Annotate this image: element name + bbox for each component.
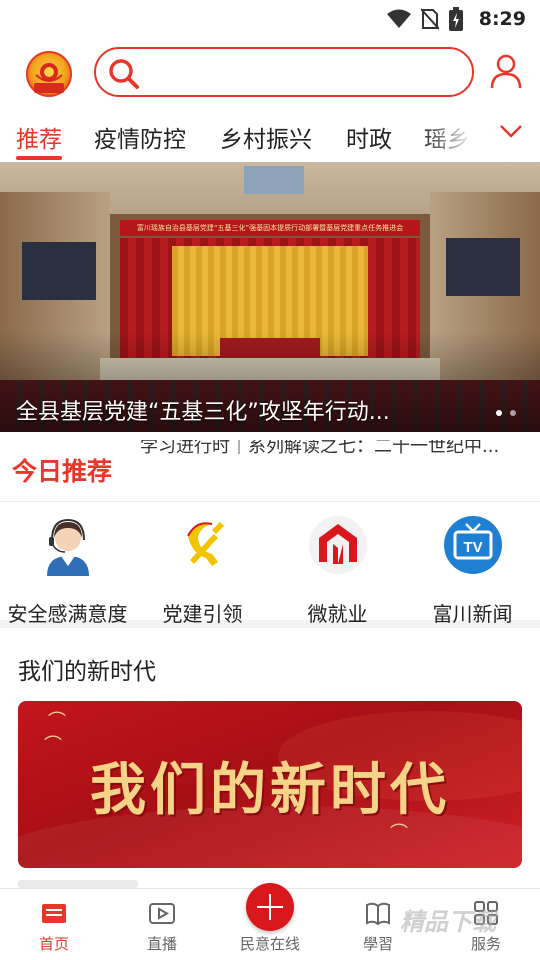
plus-icon[interactable]	[246, 883, 294, 931]
service-label: 党建引领	[162, 602, 243, 626]
today-recommend-label: 今日推荐	[12, 457, 113, 486]
today-ticker[interactable]: 学习进行时｜系列解读之七：二十一世纪中...	[140, 440, 525, 466]
nav-home[interactable]: 首页	[0, 889, 108, 960]
service-label: 富川新闻	[432, 602, 513, 626]
nav-label: 民意在线	[239, 935, 300, 953]
tv-icon: TV	[444, 516, 502, 574]
employment-icon	[309, 516, 367, 574]
live-play-icon	[149, 903, 175, 924]
status-time: 8:29	[478, 8, 526, 30]
home-news-icon	[42, 904, 66, 923]
feature-title: 我们的新时代	[90, 757, 450, 823]
banner-stage-banner-text: 富川瑶族自治县基层党建“五基三化”强基固本提质行动部署暨基层党建重点任务推进会	[120, 220, 420, 236]
header	[0, 38, 540, 110]
tab-epidemic-control[interactable]: 疫情防控	[94, 120, 186, 154]
service-label: 微就业	[307, 602, 368, 626]
section-title: 我们的新时代	[18, 659, 156, 685]
service-safety-satisfaction[interactable]: 安全感满意度	[0, 512, 135, 626]
no-sim-icon	[420, 8, 439, 30]
nav-public-opinion[interactable]: 民意在线	[216, 883, 324, 960]
logo-band	[34, 83, 64, 93]
status-bar: 8:29	[0, 0, 540, 38]
battery-charging-icon	[448, 7, 463, 31]
party-emblem-icon	[187, 522, 224, 566]
customer-service-icon	[47, 518, 89, 576]
chevron-down-icon[interactable]	[498, 122, 524, 140]
search-input[interactable]	[148, 57, 458, 87]
bird-icon: ⌒	[48, 711, 66, 732]
nav-live[interactable]: 直播	[108, 889, 216, 960]
book-icon	[366, 902, 390, 926]
next-item-peek	[18, 880, 138, 888]
service-micro-employment[interactable]: 微就业	[270, 512, 405, 626]
tab-rural-revitalization[interactable]: 乡村振兴	[220, 120, 312, 154]
service-party-building[interactable]: 党建引领	[135, 512, 270, 626]
search-icon[interactable]	[108, 58, 140, 90]
carousel-dot	[496, 410, 502, 416]
user-icon[interactable]	[489, 53, 523, 89]
channel-tabs: 推荐 疫情防控 乡村振兴 时政 瑶乡	[0, 110, 540, 162]
search-box[interactable]	[94, 47, 474, 97]
svg-text:TV: TV	[463, 539, 482, 556]
ticker-headline[interactable]: 学习进行时｜系列解读之七：二十一世纪中...	[140, 440, 499, 458]
active-tab-indicator	[16, 156, 62, 160]
service-label: 安全感满意度	[7, 602, 128, 626]
nav-label: 直播	[146, 935, 177, 953]
wifi-icon	[386, 9, 411, 28]
nav-label: 首页	[38, 935, 69, 953]
today-recommend: 今日推荐 学习进行时｜系列解读之七：二十一世纪中...	[0, 432, 540, 502]
quick-services: 安全感满意度 党建引领 微就业 TV 富川新闻	[0, 502, 540, 628]
tab-politics[interactable]: 时政	[346, 120, 392, 154]
banner-caption[interactable]: 全县基层党建“五基三化”攻坚年行动...	[16, 394, 456, 426]
watermark: 精品下载	[400, 908, 496, 936]
feature-card[interactable]: ⌒ ⌒ ⌒ 我们的新时代	[18, 701, 522, 868]
banner-carousel[interactable]: 富川瑶族自治县基层党建“五基三化”强基固本提质行动部署暨基层党建重点任务推进会 …	[0, 162, 540, 432]
carousel-dot	[510, 410, 516, 416]
service-fuchuan-news[interactable]: TV 富川新闻	[405, 512, 540, 626]
tab-recommend[interactable]: 推荐	[16, 120, 62, 154]
app-logo[interactable]	[26, 51, 72, 97]
carousel-indicator	[496, 410, 516, 416]
